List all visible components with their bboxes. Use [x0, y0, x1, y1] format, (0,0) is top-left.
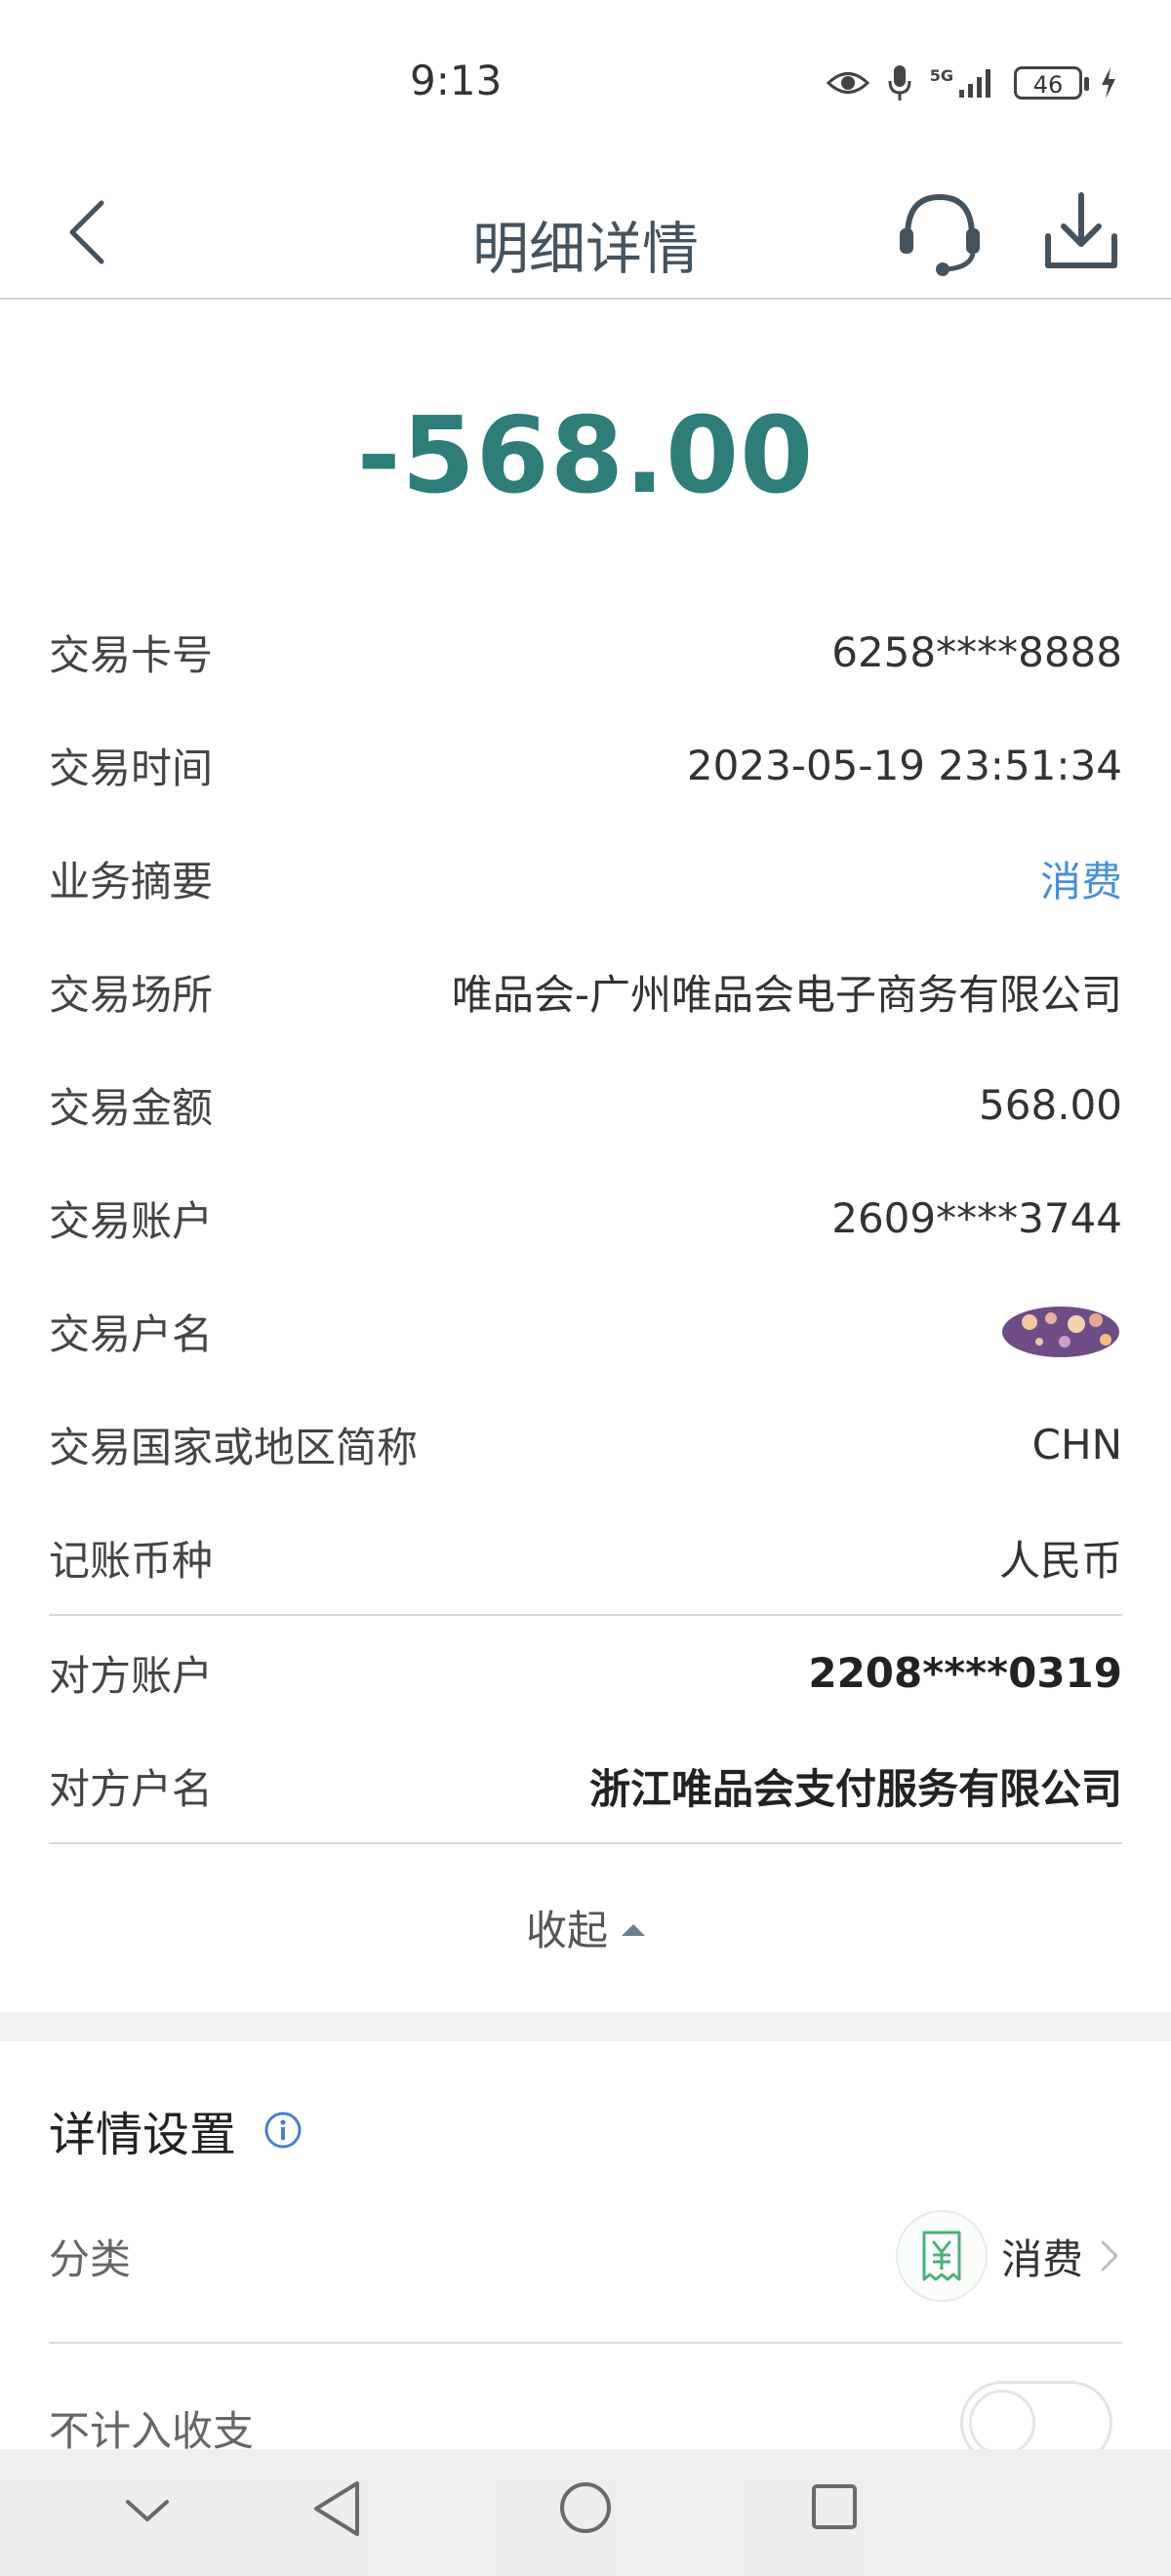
- page-title: 明细详情: [471, 216, 699, 282]
- detail-row-account-name: 交易户名: [49, 1274, 1122, 1388]
- category-row[interactable]: 分类 消费: [49, 2207, 1122, 2305]
- back-nav-icon[interactable]: [310, 2478, 363, 2539]
- home-nav-icon[interactable]: [558, 2480, 613, 2535]
- detail-value: 唯品会-广州唯品会电子商务有限公司: [451, 970, 1122, 1019]
- status-time: 9:13: [410, 57, 503, 104]
- detail-value: 568.00: [979, 1080, 1122, 1129]
- detail-row-time: 交易时间 2023-05-19 23:51:34: [49, 708, 1122, 822]
- settings-title: 详情设置: [49, 2108, 237, 2162]
- signal-icon: 5G: [930, 66, 996, 100]
- hide-keyboard-icon[interactable]: [122, 2490, 173, 2529]
- detail-label: 业务摘要: [49, 857, 214, 906]
- detail-label: 交易金额: [49, 1083, 214, 1132]
- toggle-knob: [969, 2390, 1035, 2456]
- status-icons: 5G 46: [826, 59, 1117, 107]
- category-label: 分类: [49, 2234, 132, 2283]
- detail-label: 对方账户: [49, 1651, 214, 1700]
- divider: [49, 2342, 1122, 2344]
- detail-row-amount: 交易金额 568.00: [49, 1048, 1122, 1161]
- customer-service-icon[interactable]: [896, 185, 984, 278]
- detail-row-currency: 记账币种 人民币: [49, 1501, 1122, 1614]
- charging-icon: [1102, 67, 1115, 99]
- detail-label: 交易户名: [49, 1309, 214, 1358]
- network-label: 5G: [929, 66, 953, 85]
- detail-row-merchant: 交易场所 唯品会-广州唯品会电子商务有限公司: [49, 935, 1122, 1048]
- section-separator: [0, 2012, 1171, 2041]
- detail-value: 2208****0319: [808, 1648, 1122, 1697]
- caret-up-icon: [622, 1923, 645, 1936]
- info-icon[interactable]: [263, 2111, 303, 2150]
- settings-section-title: 详情设置: [49, 2096, 303, 2164]
- divider: [49, 1842, 1122, 1844]
- detail-value: 2023-05-19 23:51:34: [686, 741, 1122, 789]
- detail-label: 记账币种: [49, 1536, 214, 1585]
- download-icon[interactable]: [1042, 187, 1120, 275]
- detail-label: 交易时间: [49, 744, 214, 792]
- detail-row-summary: 业务摘要 消费: [49, 822, 1122, 935]
- detail-row-account: 交易账户 2609****3744: [49, 1161, 1122, 1274]
- detail-value: 人民币: [998, 1536, 1122, 1585]
- detail-label: 交易卡号: [49, 630, 214, 679]
- category-value: 消费: [1000, 2234, 1083, 2283]
- detail-label: 对方户名: [49, 1764, 214, 1813]
- chevron-right-icon: [1101, 2240, 1118, 2272]
- recents-nav-icon[interactable]: [810, 2482, 859, 2531]
- detail-value: 浙江唯品会支付服务有限公司: [588, 1764, 1122, 1813]
- detail-label: 交易账户: [49, 1196, 214, 1245]
- detail-row-counterparty-name: 对方户名 浙江唯品会支付服务有限公司: [49, 1729, 1122, 1842]
- detail-value: 2609****3744: [831, 1193, 1122, 1242]
- collapse-button[interactable]: 收起: [0, 1898, 1171, 1957]
- system-nav-bar: [0, 2449, 1171, 2576]
- detail-value: 6258****8888: [831, 627, 1122, 676]
- detail-list: 交易卡号 6258****8888 交易时间 2023-05-19 23:51:…: [49, 595, 1122, 1844]
- transaction-amount: -568.00: [356, 395, 815, 517]
- collapse-label: 收起: [525, 1907, 608, 1954]
- yuan-receipt-icon: [895, 2210, 988, 2302]
- summary-link[interactable]: 消费: [1040, 849, 1122, 908]
- status-bar: 9:13 5G 46: [0, 0, 1171, 166]
- mic-icon: [888, 65, 911, 101]
- eye-icon: [826, 72, 869, 94]
- detail-row-country: 交易国家或地区简称 CHN: [49, 1388, 1122, 1501]
- category-selector[interactable]: 消费: [895, 2210, 1122, 2302]
- battery-icon: 46: [1014, 66, 1089, 100]
- detail-label: 交易场所: [49, 970, 214, 1019]
- nav-bar: 明细详情: [0, 166, 1171, 300]
- detail-value: CHN: [1031, 1420, 1122, 1469]
- detail-label: 交易国家或地区简称: [49, 1423, 419, 1471]
- redacted-name-image: [1002, 1307, 1119, 1357]
- detail-row-card-number: 交易卡号 6258****8888: [49, 595, 1122, 708]
- detail-row-counterparty-account: 对方账户 2208****0319: [49, 1616, 1122, 1729]
